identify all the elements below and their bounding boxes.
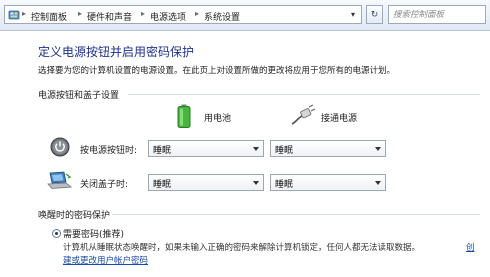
breadcrumb-separator[interactable]: ▸ — [141, 9, 145, 18]
breadcrumb-item-power-options[interactable]: 电源选项 — [150, 10, 186, 23]
require-password-radio[interactable] — [52, 229, 61, 238]
address-bar: ▸ 控制面板 ▸ 硬件和声音 ▸ 电源选项 ▸ 系统设置 ▾ ↻ — [0, 0, 490, 31]
chevron-down-icon — [375, 147, 381, 151]
search-input[interactable] — [389, 6, 487, 23]
create-change-password-link[interactable]: 建或更改用户帐户密码 — [63, 254, 148, 266]
column-header-plugged-in: 接通电源 — [321, 114, 358, 124]
row-label-power-button: 按电源按钮时: — [80, 146, 138, 156]
power-buttons-section-heading: 电源按钮和盖子设置 — [38, 91, 120, 101]
battery-icon — [177, 104, 191, 128]
laptop-lid-icon — [47, 171, 72, 189]
close-lid-plugged-select[interactable]: 睡眠 — [270, 174, 386, 191]
require-password-label[interactable]: 需要密码(推荐) — [63, 227, 124, 240]
radio-selected-dot — [55, 232, 58, 235]
create-change-password-link-part1[interactable]: 创 — [466, 241, 475, 253]
breadcrumb-item-hardware-sound[interactable]: 硬件和声音 — [87, 10, 132, 23]
breadcrumb-separator[interactable]: ▸ — [195, 9, 199, 18]
breadcrumb-item-control-panel[interactable]: 控制面板 — [31, 10, 67, 23]
column-header-battery: 用电池 — [204, 114, 232, 124]
row-label-close-lid: 关闭盖子时: — [80, 180, 129, 190]
close-lid-battery-select[interactable]: 睡眠 — [148, 174, 264, 191]
chevron-down-icon — [253, 181, 259, 185]
refresh-button[interactable]: ↻ — [366, 5, 383, 24]
section-divider — [128, 94, 480, 95]
wakeup-password-section-heading: 唤醒时的密码保护 — [38, 211, 111, 221]
require-password-description: 计算机从睡眠状态唤醒时，如果未输入正确的密码来解除计算机锁定，任何人都无法读取数… — [63, 243, 421, 253]
power-button-battery-select[interactable]: 睡眠 — [148, 140, 264, 157]
breadcrumb[interactable]: ▸ 控制面板 ▸ 硬件和声音 ▸ 电源选项 ▸ 系统设置 ▾ — [4, 5, 362, 24]
page-title: 定义电源按钮并启用密码保护 — [38, 45, 195, 59]
breadcrumb-item-system-settings[interactable]: 系统设置 — [204, 10, 240, 23]
breadcrumb-separator: ▸ — [22, 9, 27, 18]
control-panel-icon — [8, 10, 20, 20]
plug-icon — [291, 104, 316, 125]
power-button-plugged-select[interactable]: 睡眠 — [270, 140, 386, 157]
page-subtitle: 选择要为您的计算机设置的电源设置。在此页上对设置所做的更改将应用于您所有的电源计… — [38, 66, 396, 76]
search-box[interactable] — [388, 5, 487, 24]
refresh-icon: ↻ — [370, 9, 379, 20]
chevron-down-icon — [375, 181, 381, 185]
breadcrumb-separator[interactable]: ▸ — [78, 9, 82, 18]
chevron-down-icon — [253, 147, 259, 151]
section-divider — [112, 214, 480, 215]
history-dropdown-icon[interactable]: ▾ — [351, 10, 355, 19]
power-button-icon — [50, 137, 70, 157]
